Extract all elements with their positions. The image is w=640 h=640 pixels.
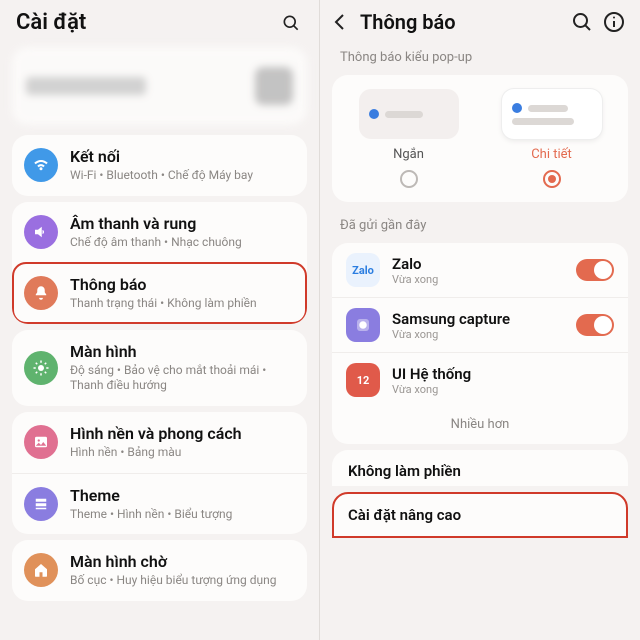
- row-title: Theme: [70, 486, 293, 505]
- notifications-title: Thông báo: [360, 10, 562, 34]
- popup-preview-short: [359, 89, 459, 139]
- wifi-icon: [24, 148, 58, 182]
- row-title: Màn hình: [70, 342, 293, 361]
- radio-icon[interactable]: [543, 170, 561, 188]
- row-title: Màn hình chờ: [70, 552, 293, 571]
- app-name: UI Hệ thống: [392, 365, 614, 383]
- more-button[interactable]: Nhiều hơn: [332, 407, 628, 444]
- row-subtitle: Hình nền • Bảng màu: [70, 445, 293, 461]
- settings-pane: Cài đặt Kết nối Wi-Fi • Bluetooth • Chế đ…: [0, 0, 320, 640]
- row-title: Âm thanh và rung: [70, 214, 293, 233]
- notifications-pane: Thông báo Thông báo kiểu pop-up Ngắn Chi …: [320, 0, 640, 640]
- row-title: Thông báo: [70, 275, 293, 294]
- dnd-row[interactable]: Không làm phiền: [332, 450, 628, 486]
- settings-row-sound[interactable]: Âm thanh và rung Chế độ âm thanh • Nhạc c…: [12, 202, 307, 263]
- sound-icon: [24, 215, 58, 249]
- recent-app-row[interactable]: ZaloZaloVừa xong: [332, 243, 628, 297]
- app-subtitle: Vừa xong: [392, 383, 614, 396]
- popup-option-label: Ngắn: [393, 147, 424, 162]
- recent-app-row[interactable]: Samsung captureVừa xong: [332, 297, 628, 352]
- row-subtitle: Bố cục • Huy hiệu biểu tượng ứng dụng: [70, 573, 293, 589]
- row-subtitle: Theme • Hình nền • Biểu tượng: [70, 507, 293, 523]
- popup-option-detail[interactable]: Chi tiết: [487, 89, 616, 188]
- advanced-settings-row[interactable]: Cài đặt nâng cao: [332, 492, 628, 538]
- recent-section-label: Đã gửi gần đây: [320, 208, 640, 239]
- bell-icon: [24, 276, 58, 310]
- radio-icon[interactable]: [400, 170, 418, 188]
- app-subtitle: Vừa xong: [392, 328, 564, 341]
- settings-row-image[interactable]: Hình nền và phong cách Hình nền • Bảng mà…: [12, 412, 307, 473]
- row-subtitle: Thanh trạng thái • Không làm phiền: [70, 296, 293, 312]
- advanced-label: Cài đặt nâng cao: [348, 506, 612, 524]
- recent-app-row[interactable]: 12 UI Hệ thốngVừa xong: [332, 352, 628, 407]
- row-title: Hình nền và phong cách: [70, 424, 293, 443]
- settings-row-display[interactable]: Màn hình Độ sáng • Bảo vệ cho mắt thoải m…: [12, 330, 307, 406]
- popup-preview-detail: [502, 89, 602, 139]
- row-subtitle: Độ sáng • Bảo vệ cho mắt thoải mái • Tha…: [70, 363, 293, 394]
- app-icon: 12: [346, 363, 380, 397]
- dnd-label: Không làm phiền: [348, 462, 612, 480]
- settings-row-bell[interactable]: Thông báo Thanh trạng thái • Không làm ph…: [12, 262, 307, 324]
- app-subtitle: Vừa xong: [392, 273, 564, 286]
- info-icon[interactable]: [602, 10, 626, 34]
- popup-option-label: Chi tiết: [531, 147, 572, 162]
- settings-row-wifi[interactable]: Kết nối Wi-Fi • Bluetooth • Chế độ Máy ba…: [12, 135, 307, 196]
- row-subtitle: Chế độ âm thanh • Nhạc chuông: [70, 235, 293, 251]
- settings-title: Cài đặt: [16, 10, 271, 35]
- settings-header: Cài đặt: [0, 0, 319, 41]
- app-name: Samsung capture: [392, 310, 564, 328]
- back-icon[interactable]: [328, 10, 352, 34]
- image-icon: [24, 425, 58, 459]
- settings-row-palette[interactable]: Theme Theme • Hình nền • Biểu tượng: [12, 473, 307, 535]
- settings-row-home[interactable]: Màn hình chờ Bố cục • Huy hiệu biểu tượng…: [12, 540, 307, 601]
- search-icon[interactable]: [570, 10, 594, 34]
- row-subtitle: Wi-Fi • Bluetooth • Chế độ Máy bay: [70, 168, 293, 184]
- toggle-switch[interactable]: [576, 259, 614, 281]
- profile-card[interactable]: [12, 47, 307, 125]
- app-icon: [346, 308, 380, 342]
- search-icon[interactable]: [279, 11, 303, 35]
- home-icon: [24, 553, 58, 587]
- app-icon: Zalo: [346, 253, 380, 287]
- settings-list: Kết nối Wi-Fi • Bluetooth • Chế độ Máy ba…: [0, 135, 319, 601]
- recent-apps-card: ZaloZaloVừa xongSamsung captureVừa xong1…: [332, 243, 628, 444]
- notifications-header: Thông báo: [320, 0, 640, 40]
- palette-icon: [24, 487, 58, 521]
- popup-section-label: Thông báo kiểu pop-up: [320, 40, 640, 71]
- row-title: Kết nối: [70, 147, 293, 166]
- popup-option-short[interactable]: Ngắn: [344, 89, 473, 188]
- toggle-switch[interactable]: [576, 314, 614, 336]
- popup-style-card: Ngắn Chi tiết: [332, 75, 628, 202]
- app-name: Zalo: [392, 255, 564, 273]
- display-icon: [24, 351, 58, 385]
